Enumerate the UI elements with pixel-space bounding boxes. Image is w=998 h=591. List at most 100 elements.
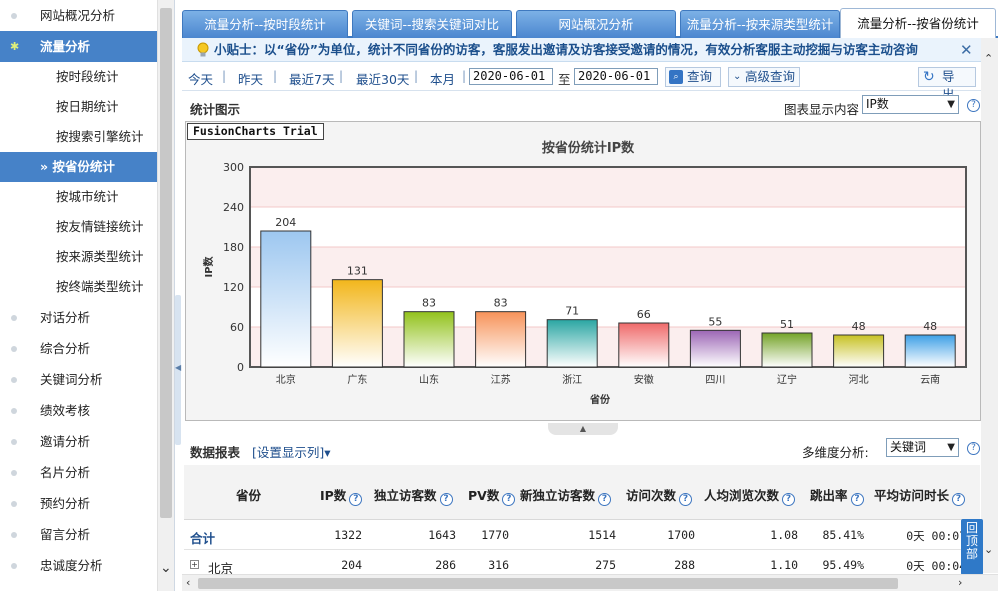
column-header[interactable]: 平均访问时长?	[874, 485, 966, 506]
help-icon[interactable]: ?	[967, 99, 980, 112]
horizontal-scroll-thumb[interactable]	[198, 578, 898, 589]
today-link[interactable]: 今天	[188, 69, 213, 88]
bar-value-label: 51	[780, 318, 794, 331]
chevron-down-icon[interactable]: ⌄	[160, 560, 172, 576]
display-content-select[interactable]: IP数 ▼	[862, 95, 959, 114]
tab-1[interactable]: 关键词--搜索关键词对比	[352, 10, 512, 38]
chevron-right-icon[interactable]: ›	[958, 576, 962, 589]
sidebar-subitem[interactable]: 按来源类型统计	[0, 242, 157, 272]
sidebar-section-traffic[interactable]: ✱ 流量分析	[0, 31, 157, 62]
this-month-link[interactable]: 本月	[430, 69, 455, 88]
sidebar-item[interactable]: 预约分析	[0, 488, 157, 519]
table-row[interactable]: 合计 1322 1643 1770 1514 1700 1.08 85.41% 0天 00:07…	[184, 520, 980, 550]
sidebar-item[interactable]: 名片分析	[0, 457, 157, 488]
tab-3[interactable]: 流量分析--按来源类型统计	[680, 10, 840, 38]
last7-link[interactable]: 最近7天	[289, 69, 334, 88]
sidebar-item[interactable]: 绩效考核	[0, 395, 157, 426]
column-header[interactable]: 访问次数?	[626, 485, 693, 506]
bullet-icon	[11, 470, 17, 476]
yesterday-link[interactable]: 昨天	[238, 69, 263, 88]
sidebar-item[interactable]: 综合分析	[0, 333, 157, 364]
sidebar-item-label: 留言分析	[40, 527, 91, 542]
bar-value-label: 71	[565, 305, 579, 318]
bar	[331, 279, 383, 368]
multi-dimension-select[interactable]: 关键词 ▼	[886, 438, 959, 457]
grid-band	[251, 167, 965, 207]
bar	[475, 311, 527, 368]
chart-title: 按省份统计IP数	[542, 140, 635, 156]
sidebar-subitem-label: 按城市统计	[56, 189, 119, 204]
separator: |	[273, 69, 278, 83]
main-vertical-scrollbar[interactable]: ⌃ ⌄	[981, 38, 998, 573]
main-horizontal-scrollbar[interactable]: ‹ ›	[182, 574, 998, 591]
help-icon[interactable]: ?	[598, 493, 612, 506]
close-icon[interactable]: ✕	[960, 38, 973, 62]
column-header[interactable]: 人均浏览次数?	[704, 485, 796, 506]
tab-0[interactable]: 流量分析--按时段统计	[182, 10, 348, 38]
chart-collapse-toggle[interactable]: ▲	[548, 423, 618, 435]
column-header[interactable]: IP数?	[320, 485, 363, 506]
column-header[interactable]: 新独立访客数?	[520, 485, 612, 506]
y-tick-label: 240	[223, 201, 244, 214]
sidebar-subitem[interactable]: 按终端类型统计	[0, 272, 157, 302]
x-tick-label: 山东	[419, 373, 439, 386]
help-icon[interactable]: ?	[349, 493, 363, 506]
sidebar-scroll-thumb[interactable]	[160, 8, 172, 518]
sidebar-item[interactable]: 对话分析	[0, 302, 157, 333]
sidebar-subitem[interactable]: 按城市统计	[0, 182, 157, 212]
column-header[interactable]: 独立访客数?	[374, 485, 453, 506]
sidebar-subitem[interactable]: 按时段统计	[0, 62, 157, 92]
tab-2[interactable]: 网站概况分析	[516, 10, 676, 38]
column-header[interactable]: 省份	[236, 485, 261, 504]
export-button[interactable]: ↻导 出	[918, 67, 976, 102]
column-header[interactable]: PV数?	[468, 485, 516, 506]
chevron-down-icon: ▼	[947, 442, 955, 453]
sidebar-item-label: 名片分析	[40, 465, 91, 480]
back-to-top-button[interactable]: 回顶部	[961, 519, 983, 575]
help-icon[interactable]: ?	[782, 493, 796, 506]
help-icon[interactable]: ?	[952, 493, 966, 506]
sidebar-subitem[interactable]: 按友情链接统计	[0, 212, 157, 242]
help-icon[interactable]: ?	[679, 493, 693, 506]
sidebar-item[interactable]: 邀请分析	[0, 426, 157, 457]
table-row[interactable]: + 北京 204 286 316 275 288 1.10 95.49% 0天 00:04:2	[184, 550, 980, 576]
sidebar-subitem[interactable]: » 按省份统计	[0, 152, 157, 182]
tab-4[interactable]: 流量分析--按省份统计	[840, 8, 996, 39]
help-icon[interactable]: ?	[439, 493, 453, 506]
advanced-query-button[interactable]: ⌄ 高级查询	[728, 67, 800, 87]
sidebar: 网站概况分析 ✱ 流量分析 按时段统计 按日期统计按搜索引擎统计 » 按省份统计按城市统计…	[0, 0, 175, 591]
column-header[interactable]: 跳出率?	[810, 485, 864, 506]
y-tick-label: 180	[223, 241, 244, 254]
sidebar-subitem-label: 按搜索引擎统计	[56, 129, 144, 144]
sidebar-item[interactable]: 留言分析	[0, 519, 157, 550]
expand-icon[interactable]: +	[190, 560, 199, 569]
cell-avg_pv: 1.10	[770, 558, 798, 572]
sidebar-scrollbar[interactable]: ⌄	[157, 0, 174, 591]
sidebar-collapse-handle[interactable]: ◀	[175, 295, 181, 445]
chevron-down-icon[interactable]: ⌄	[984, 543, 993, 556]
date-from-input[interactable]: 2020-06-01	[469, 68, 553, 85]
help-icon[interactable]: ?	[850, 493, 864, 506]
chevron-down-icon: ▼	[947, 99, 955, 110]
x-tick-label: 河北	[849, 374, 869, 386]
last30-link[interactable]: 最近30天	[356, 69, 409, 88]
date-to-input[interactable]: 2020-06-01	[574, 68, 658, 85]
sidebar-item[interactable]: 忠诚度分析	[0, 550, 157, 581]
help-icon[interactable]: ?	[967, 442, 980, 455]
help-icon[interactable]: ?	[502, 493, 516, 506]
chevron-left-icon[interactable]: ‹	[186, 576, 190, 589]
bar	[618, 322, 670, 368]
sidebar-item[interactable]: 关键词分析	[0, 364, 157, 395]
chevron-up-icon[interactable]: ⌃	[984, 52, 993, 65]
sidebar-subitem[interactable]: 按日期统计	[0, 92, 157, 122]
bar-value-label: 48	[852, 320, 866, 333]
query-button[interactable]: ⌕ 查询	[665, 67, 721, 87]
column-settings-link[interactable]: [设置显示列]▾	[252, 442, 331, 461]
sidebar-item[interactable]: 网站概况分析	[0, 0, 157, 31]
bullet-icon	[11, 563, 17, 569]
sidebar-subitem[interactable]: 按搜索引擎统计	[0, 122, 157, 152]
bar-value-label: 55	[708, 315, 722, 328]
report-header: 数据报表 [设置显示列]▾ 多维度分析: 关键词 ▼ ?	[182, 436, 998, 464]
bullet-icon	[11, 532, 17, 538]
bar	[260, 230, 312, 368]
